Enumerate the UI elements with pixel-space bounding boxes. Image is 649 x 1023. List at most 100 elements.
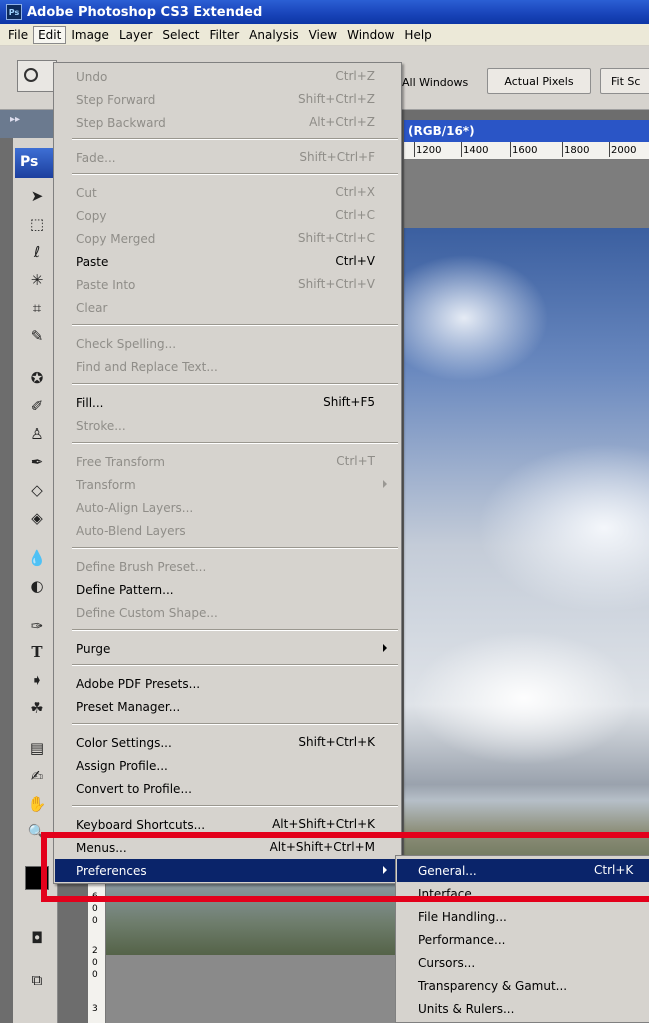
menu-item-define-pattern[interactable]: Define Pattern...	[55, 578, 400, 601]
toolbox-header[interactable]: ▸▸	[0, 110, 54, 138]
menu-item-undo[interactable]: Undo Ctrl+Z	[55, 65, 400, 88]
menu-item-menus[interactable]: Menus... Alt+Shift+Ctrl+M	[55, 836, 400, 859]
eyedropper-sample-tool-icon[interactable]: ✍	[27, 766, 47, 786]
menu-select[interactable]: Select	[157, 26, 204, 44]
toolbox: Ps ➤ ⬚ ℓ ✳ ⌗ ✎ ✪ ✐ ♙ ✒ ◇ ◈ 💧 ◐ ✑ T ➧ ☘ ▤…	[13, 138, 59, 1023]
submenu-item-file-handling[interactable]: File Handling...	[397, 905, 649, 928]
menu-item-label: Cut	[76, 185, 97, 200]
document-title: (RGB/16*)	[408, 124, 475, 138]
zoom-all-windows-label[interactable]: All Windows	[402, 76, 468, 89]
submenu-item-label: Transparency & Gamut...	[418, 978, 568, 993]
menu-item-assign-profile[interactable]: Assign Profile...	[55, 754, 400, 777]
path-selection-tool-icon[interactable]: ➧	[27, 670, 47, 690]
menu-item-auto-align-layers[interactable]: Auto-Align Layers...	[55, 496, 400, 519]
menu-item-purge[interactable]: Purge	[55, 637, 400, 660]
dodge-tool-icon[interactable]: ◐	[27, 576, 47, 596]
submenu-item-performance[interactable]: Performance...	[397, 928, 649, 951]
menu-item-cut[interactable]: Cut Ctrl+X	[55, 181, 400, 204]
menu-item-label: Stroke...	[76, 418, 126, 433]
ruler-tick-label: 1200	[413, 142, 442, 157]
photoshop-app-icon: Ps	[6, 4, 22, 20]
menu-item-preferences[interactable]: Preferences	[55, 859, 400, 882]
screen-mode-icon[interactable]: ⧉	[27, 970, 47, 990]
lasso-tool-icon[interactable]: ℓ	[27, 242, 47, 262]
quick-mask-icon[interactable]: ◘	[27, 928, 47, 948]
crop-tool-icon[interactable]: ⌗	[27, 298, 47, 318]
menu-item-convert-to-profile[interactable]: Convert to Profile...	[55, 777, 400, 800]
submenu-arrow-icon	[383, 866, 387, 874]
vertical-ruler[interactable]: 6 0 0 2 0 0 3	[88, 880, 106, 1023]
edit-menu-dropdown: Undo Ctrl+Z Step Forward Shift+Ctrl+Z Step…	[53, 62, 402, 884]
menu-item-copy[interactable]: Copy Ctrl+C	[55, 204, 400, 227]
menu-item-check-spelling[interactable]: Check Spelling...	[55, 332, 400, 355]
eyedropper-tool-icon[interactable]: ✎	[27, 326, 47, 346]
blur-tool-icon[interactable]: 💧	[27, 548, 47, 568]
menu-item-copy-merged[interactable]: Copy Merged Shift+Ctrl+C	[55, 227, 400, 250]
submenu-item-shortcut: Ctrl+K	[594, 863, 634, 877]
menu-item-label: Keyboard Shortcuts...	[76, 817, 206, 832]
menu-item-free-transform[interactable]: Free Transform Ctrl+T	[55, 450, 400, 473]
menu-item-fade[interactable]: Fade... Shift+Ctrl+F	[55, 146, 400, 169]
menu-item-step-backward[interactable]: Step Backward Alt+Ctrl+Z	[55, 111, 400, 134]
fit-screen-button[interactable]: Fit Sc	[600, 68, 649, 94]
menu-analysis[interactable]: Analysis	[244, 26, 303, 44]
menu-item-label: Menus...	[76, 840, 127, 855]
menu-view[interactable]: View	[304, 26, 342, 44]
brush-tool-icon[interactable]: ✐	[27, 396, 47, 416]
history-brush-tool-icon[interactable]: ✒	[27, 452, 47, 472]
menu-item-auto-blend-layers[interactable]: Auto-Blend Layers	[55, 519, 400, 542]
actual-pixels-button[interactable]: Actual Pixels	[487, 68, 591, 94]
tool-preset-picker[interactable]	[17, 60, 57, 92]
menu-item-define-custom-shape[interactable]: Define Custom Shape...	[55, 601, 400, 624]
menu-help[interactable]: Help	[399, 26, 436, 44]
foreground-color-swatch[interactable]	[25, 866, 49, 890]
ruler-tick-label: 6	[92, 892, 98, 902]
notes-tool-icon[interactable]: ▤	[27, 738, 47, 758]
menu-item-define-brush-preset[interactable]: Define Brush Preset...	[55, 555, 400, 578]
menu-item-paste[interactable]: Paste Ctrl+V	[55, 250, 400, 273]
menu-item-paste-into[interactable]: Paste Into Shift+Ctrl+V	[55, 273, 400, 296]
magic-wand-tool-icon[interactable]: ✳	[27, 270, 47, 290]
menu-item-label: Step Forward	[76, 92, 156, 107]
menu-item-label: Copy Merged	[76, 231, 156, 246]
menu-item-find-replace[interactable]: Find and Replace Text...	[55, 355, 400, 378]
paint-bucket-tool-icon[interactable]: ◈	[27, 508, 47, 528]
menu-layer[interactable]: Layer	[114, 26, 157, 44]
healing-brush-tool-icon[interactable]: ✪	[27, 368, 47, 388]
menu-window[interactable]: Window	[342, 26, 399, 44]
menu-item-clear[interactable]: Clear	[55, 296, 400, 319]
type-tool-icon[interactable]: T	[27, 642, 47, 662]
submenu-item-cursors[interactable]: Cursors...	[397, 951, 649, 974]
submenu-arrow-icon	[383, 480, 387, 488]
menu-item-label: Fill...	[76, 395, 104, 410]
zoom-tool-icon[interactable]: 🔍	[27, 822, 47, 842]
eraser-tool-icon[interactable]: ◇	[27, 480, 47, 500]
menu-item-stroke[interactable]: Stroke...	[55, 414, 400, 437]
menu-item-preset-manager[interactable]: Preset Manager...	[55, 695, 400, 718]
menu-item-step-forward[interactable]: Step Forward Shift+Ctrl+Z	[55, 88, 400, 111]
pen-tool-icon[interactable]: ✑	[27, 616, 47, 636]
collapse-toolbox-icon[interactable]: ▸▸	[10, 114, 20, 125]
submenu-item-general[interactable]: General... Ctrl+K	[397, 859, 649, 882]
submenu-item-transparency-gamut[interactable]: Transparency & Gamut...	[397, 974, 649, 997]
menu-filter[interactable]: Filter	[204, 26, 244, 44]
hand-tool-icon[interactable]: ✋	[27, 794, 47, 814]
ruler-tick-label: 2	[92, 946, 98, 956]
menu-image[interactable]: Image	[66, 26, 114, 44]
menu-item-fill[interactable]: Fill... Shift+F5	[55, 391, 400, 414]
menu-item-keyboard-shortcuts[interactable]: Keyboard Shortcuts... Alt+Shift+Ctrl+K	[55, 813, 400, 836]
menu-item-color-settings[interactable]: Color Settings... Shift+Ctrl+K	[55, 731, 400, 754]
marquee-tool-icon[interactable]: ⬚	[27, 214, 47, 234]
submenu-item-units-rulers[interactable]: Units & Rulers...	[397, 997, 649, 1020]
submenu-item-interface[interactable]: Interface...	[397, 882, 649, 905]
document-title-bar[interactable]: (RGB/16*)	[404, 120, 649, 142]
menu-edit[interactable]: Edit	[33, 25, 67, 44]
menu-item-transform[interactable]: Transform	[55, 473, 400, 496]
menu-file[interactable]: File	[3, 26, 33, 44]
custom-shape-tool-icon[interactable]: ☘	[27, 698, 47, 718]
move-tool-icon[interactable]: ➤	[27, 186, 47, 206]
clone-stamp-tool-icon[interactable]: ♙	[27, 424, 47, 444]
menu-item-adobe-pdf-presets[interactable]: Adobe PDF Presets...	[55, 672, 400, 695]
menu-item-label: Preset Manager...	[76, 699, 181, 714]
horizontal-ruler[interactable]: 1200 1400 1600 1800 2000	[404, 142, 649, 160]
